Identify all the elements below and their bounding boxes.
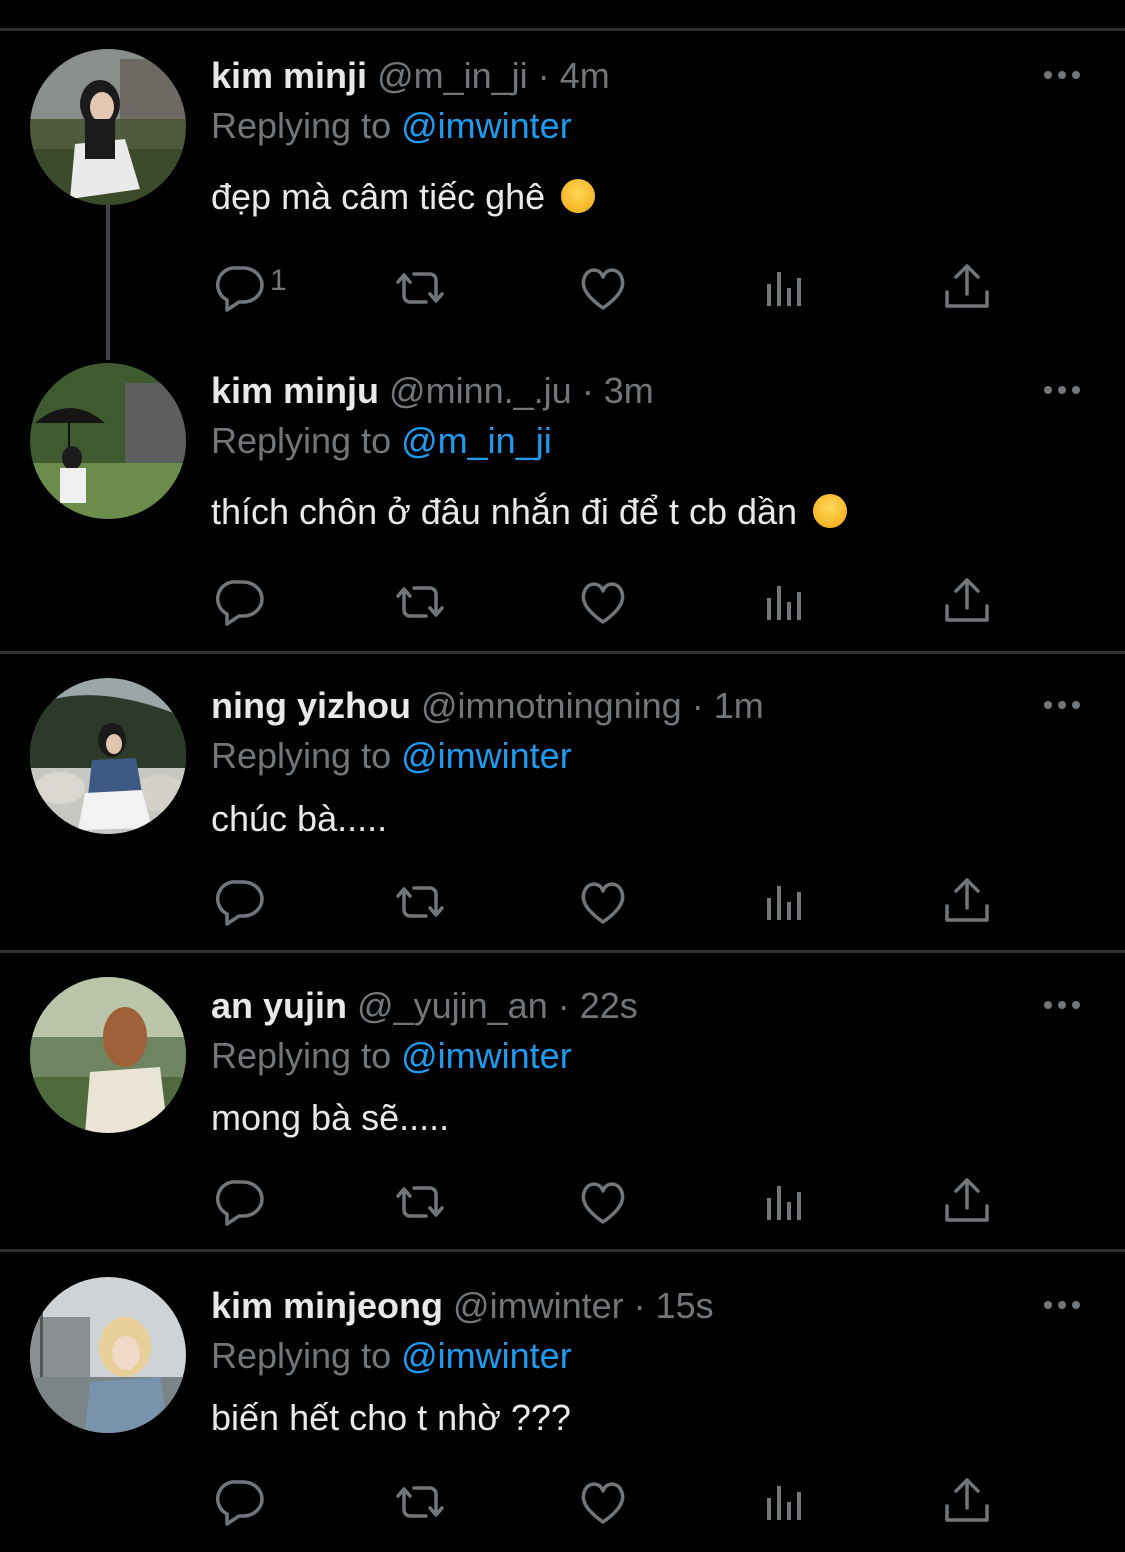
retweet-icon[interactable] bbox=[390, 1172, 450, 1232]
avatar[interactable] bbox=[30, 678, 186, 834]
share-upload-icon[interactable] bbox=[937, 572, 997, 632]
avatar[interactable] bbox=[30, 1277, 186, 1433]
avatar[interactable] bbox=[30, 363, 186, 519]
more-horizontal-icon[interactable] bbox=[1040, 695, 1084, 715]
replying-to-label: Replying to bbox=[211, 105, 392, 146]
tweet-divider bbox=[0, 651, 1125, 654]
display-name[interactable]: kim minjeong bbox=[211, 1285, 443, 1326]
smiling-face-with-halo-emoji bbox=[813, 494, 848, 528]
avatar[interactable] bbox=[30, 49, 186, 205]
tweet-text-row: mong bà sẽ..... bbox=[211, 1095, 449, 1141]
display-name[interactable]: ning yizhou bbox=[211, 685, 411, 726]
analytics-bars-icon[interactable] bbox=[756, 1472, 816, 1532]
analytics-bars-icon[interactable] bbox=[756, 258, 816, 318]
separator-dot: · bbox=[691, 685, 704, 726]
analytics-bars-icon[interactable] bbox=[756, 872, 816, 932]
tweet-text: đẹp mà câm tiếc ghê bbox=[211, 176, 546, 217]
display-name[interactable]: kim minji bbox=[211, 55, 367, 96]
heart-icon[interactable] bbox=[573, 572, 633, 632]
action-bar bbox=[0, 1472, 1125, 1532]
tweet-divider bbox=[0, 950, 1125, 953]
retweet-icon[interactable] bbox=[390, 258, 450, 318]
user-handle[interactable]: @_yujin_an bbox=[357, 985, 548, 1026]
reply-bubble-icon[interactable] bbox=[212, 872, 272, 932]
heart-icon[interactable] bbox=[573, 1172, 633, 1232]
timestamp[interactable]: 1m bbox=[714, 685, 764, 726]
reply-count: 1 bbox=[270, 264, 287, 297]
analytics-bars-icon[interactable] bbox=[756, 1172, 816, 1232]
replying-to-mention[interactable]: @imwinter bbox=[401, 105, 572, 146]
display-name[interactable]: an yujin bbox=[211, 985, 347, 1026]
user-handle[interactable]: @imwinter bbox=[453, 1285, 624, 1326]
retweet-icon[interactable] bbox=[390, 872, 450, 932]
action-bar: 1 bbox=[0, 258, 1125, 318]
share-upload-icon[interactable] bbox=[937, 1172, 997, 1232]
action-bar bbox=[0, 1172, 1125, 1232]
display-name[interactable]: kim minju bbox=[211, 370, 379, 411]
separator-dot: · bbox=[581, 370, 594, 411]
retweet-icon[interactable] bbox=[390, 1472, 450, 1532]
timestamp[interactable]: 15s bbox=[656, 1285, 714, 1326]
timestamp[interactable]: 22s bbox=[580, 985, 638, 1026]
share-upload-icon[interactable] bbox=[937, 872, 997, 932]
timestamp[interactable]: 4m bbox=[560, 55, 610, 96]
heart-icon[interactable] bbox=[573, 258, 633, 318]
tweet-text-row: thích chôn ở đâu nhắn đi để t cb dần bbox=[211, 489, 848, 535]
replying-to-mention[interactable]: @m_in_ji bbox=[401, 420, 552, 461]
heart-icon[interactable] bbox=[573, 1472, 633, 1532]
user-handle[interactable]: @m_in_ji bbox=[377, 55, 528, 96]
replying-to-label: Replying to bbox=[211, 1035, 392, 1076]
reply-bubble-icon[interactable] bbox=[212, 1172, 272, 1232]
action-bar bbox=[0, 872, 1125, 932]
replying-to-mention[interactable]: @imwinter bbox=[401, 735, 572, 776]
reply-bubble-icon[interactable] bbox=[212, 1472, 272, 1532]
replying-to-mention[interactable]: @imwinter bbox=[401, 1035, 572, 1076]
action-bar bbox=[0, 572, 1125, 632]
tweet-text: biến hết cho t nhờ ??? bbox=[211, 1397, 571, 1438]
share-upload-icon[interactable] bbox=[937, 1472, 997, 1532]
replying-to-label: Replying to bbox=[211, 735, 392, 776]
retweet-icon[interactable] bbox=[390, 572, 450, 632]
replying-to-label: Replying to bbox=[211, 420, 392, 461]
reply-bubble-icon[interactable] bbox=[212, 572, 272, 632]
avatar[interactable] bbox=[30, 977, 186, 1133]
crying-face-emoji bbox=[561, 179, 596, 213]
separator-dot: · bbox=[557, 985, 570, 1026]
tweet-text-row: biến hết cho t nhờ ??? bbox=[211, 1395, 571, 1441]
tweet-divider bbox=[0, 1249, 1125, 1252]
more-horizontal-icon[interactable] bbox=[1040, 995, 1084, 1015]
tweet-text-row: chúc bà..... bbox=[211, 796, 387, 842]
timestamp[interactable]: 3m bbox=[604, 370, 654, 411]
user-handle[interactable]: @imnotningning bbox=[421, 685, 682, 726]
heart-icon[interactable] bbox=[573, 872, 633, 932]
separator-dot: · bbox=[633, 1285, 646, 1326]
share-upload-icon[interactable] bbox=[937, 258, 997, 318]
top-divider bbox=[0, 28, 1125, 31]
user-handle[interactable]: @minn._.ju bbox=[389, 370, 572, 411]
separator-dot: · bbox=[537, 55, 550, 96]
tweet-text: thích chôn ở đâu nhắn đi để t cb dần bbox=[211, 491, 798, 532]
more-horizontal-icon[interactable] bbox=[1040, 1295, 1084, 1315]
replying-to-label: Replying to bbox=[211, 1335, 392, 1376]
tweet-text: mong bà sẽ..... bbox=[211, 1097, 450, 1138]
reply-bubble-icon[interactable] bbox=[212, 258, 272, 318]
tweet-text: chúc bà..... bbox=[211, 798, 388, 839]
more-horizontal-icon[interactable] bbox=[1040, 65, 1084, 85]
tweet-text-row: đẹp mà câm tiếc ghê bbox=[211, 174, 596, 220]
analytics-bars-icon[interactable] bbox=[756, 572, 816, 632]
replying-to-mention[interactable]: @imwinter bbox=[401, 1335, 572, 1376]
more-horizontal-icon[interactable] bbox=[1040, 380, 1084, 400]
